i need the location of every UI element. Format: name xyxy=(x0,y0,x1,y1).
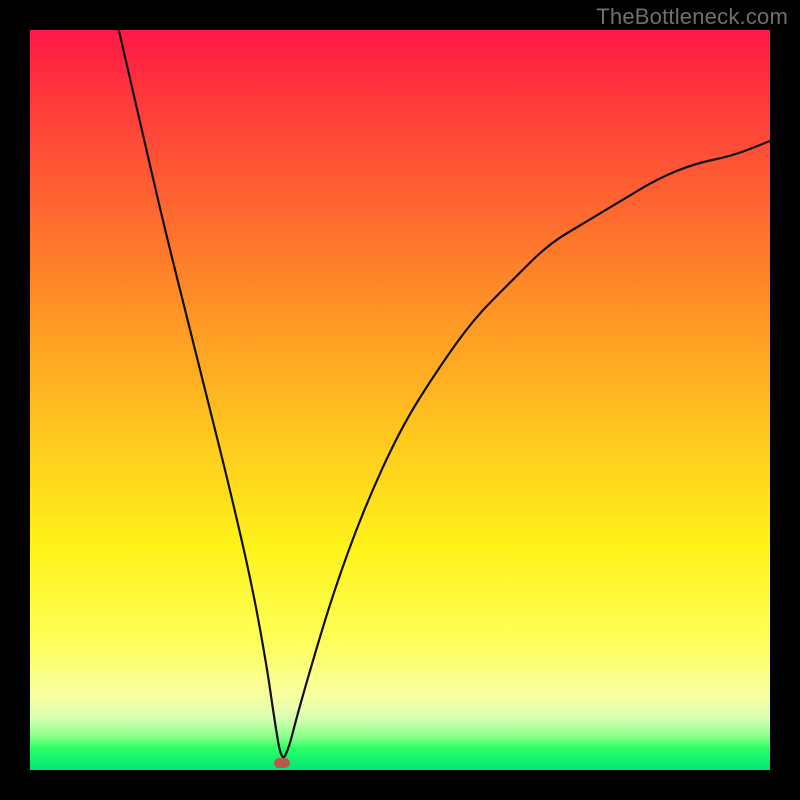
plot-area xyxy=(30,30,770,770)
optimal-marker xyxy=(274,758,290,768)
watermark-text: TheBottleneck.com xyxy=(596,4,788,30)
chart-frame: TheBottleneck.com xyxy=(0,0,800,800)
bottleneck-curve xyxy=(30,30,770,770)
curve-path xyxy=(119,30,770,757)
